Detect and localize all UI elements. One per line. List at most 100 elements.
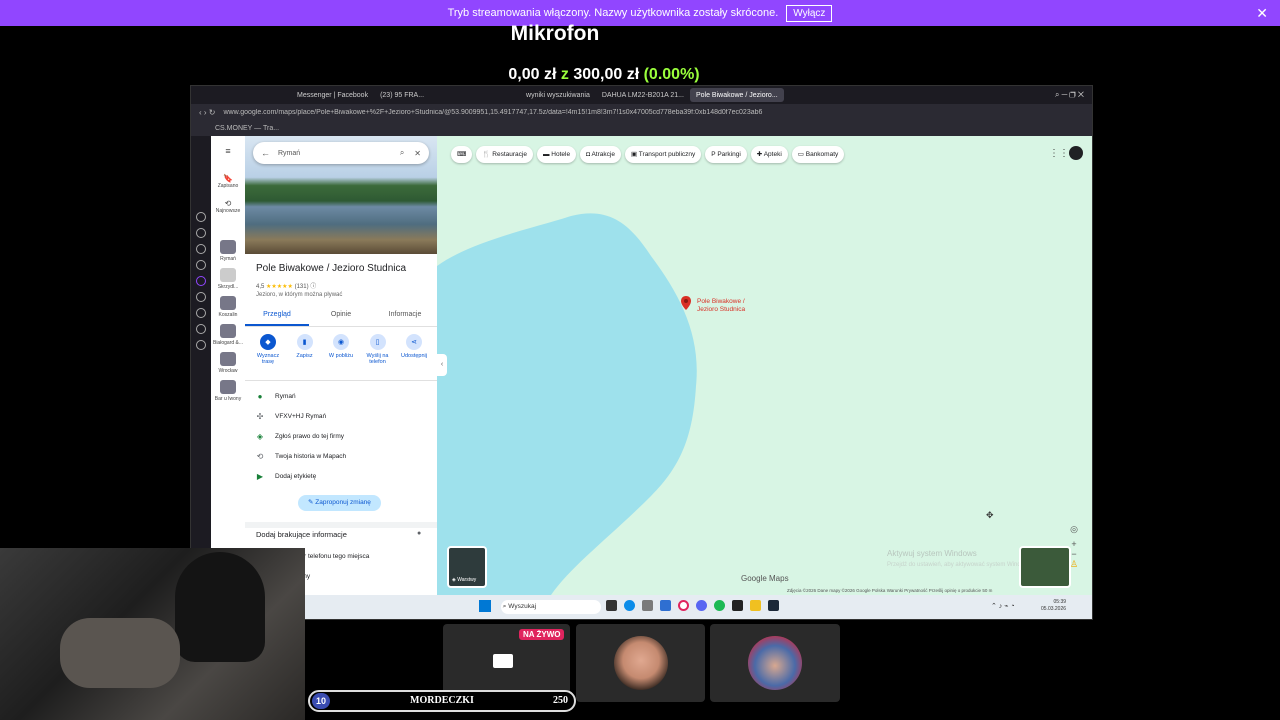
spotify-icon[interactable] xyxy=(714,600,725,611)
taskbar-search[interactable]: ⌕ Wyszukaj xyxy=(501,600,601,614)
place-title: Pole Biwakowe / Jezioro Studnica xyxy=(256,263,407,274)
edge-icon[interactable] xyxy=(624,600,635,611)
opera-icon[interactable] xyxy=(678,600,689,611)
windows-start-icon[interactable] xyxy=(479,600,491,612)
sidebar-app-icon[interactable] xyxy=(196,260,206,270)
task-view-icon[interactable] xyxy=(606,600,617,611)
tab-search[interactable]: wyniki wyszukiwania xyxy=(520,88,596,102)
rail-recent[interactable]: ⟲ Najnowsze xyxy=(211,199,245,214)
street-view-preview[interactable] xyxy=(1019,546,1071,588)
taskbar-clock[interactable]: 05:39 05.03.2026 xyxy=(1041,599,1066,613)
back-arrow-icon[interactable]: ← xyxy=(253,148,278,158)
guest-video[interactable] xyxy=(576,624,705,702)
account-avatar[interactable] xyxy=(1069,146,1083,160)
missing-phone-link[interactable]: mer telefonu tego miejsca xyxy=(295,553,369,560)
sidebar-app-icon[interactable] xyxy=(196,324,206,334)
info-plus-code[interactable]: ✣ VFXV+HJ Rymań xyxy=(245,406,437,426)
maps-search-box[interactable]: ← Rymań ⌕ ✕ xyxy=(253,142,429,164)
rail-recent-place[interactable]: Rymań xyxy=(211,240,245,262)
keyboard-icon[interactable]: ⌨ xyxy=(451,146,473,163)
search-input[interactable]: Rymań xyxy=(278,150,394,157)
pin-label[interactable]: Pole Biwakowe / Jezioro Studnica xyxy=(697,298,757,314)
discord-icon[interactable] xyxy=(696,600,707,611)
rail-recent-place[interactable]: Białogard &... xyxy=(211,324,245,346)
my-location-icon[interactable]: ◎ xyxy=(1067,524,1081,535)
goal-separator: z xyxy=(560,66,569,83)
info-claim[interactable]: ◈ Zgłoś prawo do tej firmy xyxy=(245,426,437,446)
nav-arrows-icon[interactable]: ‹ › ↻ xyxy=(191,108,223,117)
phone-icon: ▯ xyxy=(369,334,386,350)
zoom-out-button[interactable]: − xyxy=(1067,549,1081,559)
pegman-icon[interactable]: ♙ xyxy=(1067,559,1081,570)
send-to-phone-button[interactable]: ▯ Wyślij na telefon xyxy=(361,334,395,365)
chip-pharmacies[interactable]: ✚ Apteki xyxy=(750,146,788,163)
rail-recent-place[interactable]: Bar u Iwony xyxy=(211,380,245,402)
rail-recent-place[interactable]: Koszalin xyxy=(211,296,245,318)
url-text[interactable]: www.google.com/maps/place/Pole+Biwakowe+… xyxy=(223,109,943,116)
sidebar-app-icon[interactable] xyxy=(196,212,206,222)
info-history[interactable]: ⟲ Twoja historia w Mapach xyxy=(245,446,437,466)
chip-label: Bankomaty xyxy=(805,151,839,158)
tab-google-maps[interactable]: Pole Biwakowe / Jezioro... xyxy=(689,88,784,102)
sidebar-app-icon[interactable] xyxy=(196,244,206,254)
tab-about[interactable]: Informacje xyxy=(373,306,437,326)
disable-stream-mode-button[interactable]: Wyłącz xyxy=(786,4,833,22)
app-icon[interactable] xyxy=(750,600,761,611)
layers-button[interactable]: ◈ Warstwy xyxy=(447,546,487,588)
screen-share-icon xyxy=(493,654,513,668)
search-icon[interactable]: ⌕ xyxy=(394,148,410,158)
sidebar-app-icon[interactable] xyxy=(196,292,206,302)
guest-video[interactable] xyxy=(710,624,840,702)
place-thumbnail xyxy=(220,352,236,366)
tab-messenger[interactable]: Messenger | Facebook xyxy=(291,88,374,102)
sidebar-app-icon[interactable] xyxy=(196,228,206,238)
chip-parking[interactable]: P Parkingi xyxy=(705,146,747,163)
rail-recent-place[interactable]: Wrocław xyxy=(211,352,245,374)
tab-youtube[interactable]: (23) 95 FRA... xyxy=(374,88,430,102)
rating-row[interactable]: 4,5 ★★★★★ (131) ⓘ xyxy=(256,281,316,290)
directions-button[interactable]: ◆ Wyznacz trasę xyxy=(251,334,285,365)
chip-label: Parkingi xyxy=(717,151,741,158)
webcam-feed xyxy=(0,548,305,720)
address-bar[interactable]: ‹ › ↻ www.google.com/maps/place/Pole+Biw… xyxy=(191,104,1092,120)
info-address[interactable]: ● Rymań xyxy=(245,386,437,406)
window-controls[interactable]: ⌕ ─ ❐ ✕ xyxy=(1055,90,1092,100)
info-icon[interactable]: ⓘ xyxy=(310,284,316,290)
taskbar-search-placeholder: Wyszukaj xyxy=(508,603,537,610)
tab-overview[interactable]: Przegląd xyxy=(245,306,309,326)
tray-icons[interactable]: ⌃ ♪ ⌁ ◔ xyxy=(991,602,1015,610)
settings-icon[interactable] xyxy=(196,340,206,350)
menu-icon[interactable]: ≡ xyxy=(211,136,245,160)
zoom-in-button[interactable]: + xyxy=(1067,539,1081,549)
history-icon[interactable] xyxy=(196,308,206,318)
info-history-text: Twoja historia w Mapach xyxy=(275,452,347,460)
tab-reviews[interactable]: Opinie xyxy=(309,306,373,326)
chip-transit[interactable]: ▣ Transport publiczny xyxy=(624,146,702,163)
collapse-panel-button[interactable]: ‹ xyxy=(437,354,447,376)
save-button[interactable]: ▮ Zapisz xyxy=(288,334,322,365)
settings-icon[interactable] xyxy=(642,600,653,611)
review-count[interactable]: (131) xyxy=(295,284,309,290)
info-icon[interactable]: ● xyxy=(417,530,421,537)
nearby-button[interactable]: ◉ W pobliżu xyxy=(324,334,358,365)
explorer-icon[interactable] xyxy=(660,600,671,611)
suggest-edit-button[interactable]: ✎ Zaproponuj zmianę xyxy=(298,495,381,511)
close-icon[interactable]: ✕ xyxy=(410,149,429,158)
twitch-icon[interactable] xyxy=(196,276,206,286)
share-button[interactable]: ⋖ Udostępnij xyxy=(397,334,431,365)
rail-recent-place[interactable]: Skrzydl... xyxy=(211,268,245,290)
place-thumbnail xyxy=(220,296,236,310)
chip-atms[interactable]: ▭ Bankomaty xyxy=(791,146,845,163)
rail-saved[interactable]: 🔖 Zapisano xyxy=(211,174,245,189)
tab-dahua[interactable]: DAHUA LM22-B201A 21... xyxy=(596,88,690,102)
chip-attractions[interactable]: ◘ Atrakcje xyxy=(580,146,621,163)
chip-hotels[interactable]: ▬ Hotele xyxy=(536,146,577,163)
close-icon[interactable]: ✕ xyxy=(1256,5,1268,22)
nearby-icon: ◉ xyxy=(333,334,349,350)
chip-restaurants[interactable]: 🍴 Restauracje xyxy=(476,146,533,163)
info-label[interactable]: ▶ Dodaj etykietę xyxy=(245,466,437,486)
steam-icon[interactable] xyxy=(768,600,779,611)
location-pin-icon[interactable] xyxy=(681,296,691,310)
terminal-icon[interactable] xyxy=(732,600,743,611)
bookmark-cs-money[interactable]: CS.MONEY — Tra... xyxy=(215,125,279,132)
